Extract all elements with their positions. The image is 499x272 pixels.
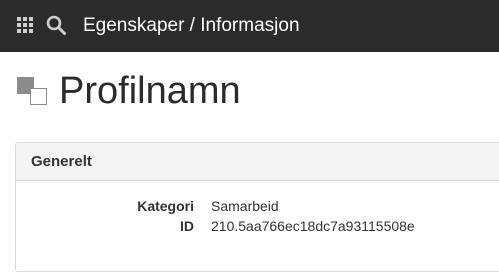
category-label: Kategori: [137, 198, 194, 214]
page-title: Profilnamn: [59, 70, 241, 112]
category-value: Samarbeid: [211, 198, 279, 214]
panel-header-label: Generelt: [31, 153, 92, 170]
breadcrumb-title: Egenskaper / Informasjon: [83, 15, 300, 36]
top-bar: Egenskaper / Informasjon: [0, 0, 499, 52]
general-panel: Generelt Kategori Samarbeid ID 210.5aa76…: [15, 142, 499, 272]
apps-grid-icon[interactable]: [17, 17, 34, 34]
profile-icon: [17, 77, 49, 109]
search-icon[interactable]: [45, 14, 67, 36]
id-value: 210.5aa766ec18dc7a93115508e: [211, 218, 415, 234]
id-label: ID: [180, 218, 194, 234]
panel-header: Generelt: [16, 143, 499, 181]
